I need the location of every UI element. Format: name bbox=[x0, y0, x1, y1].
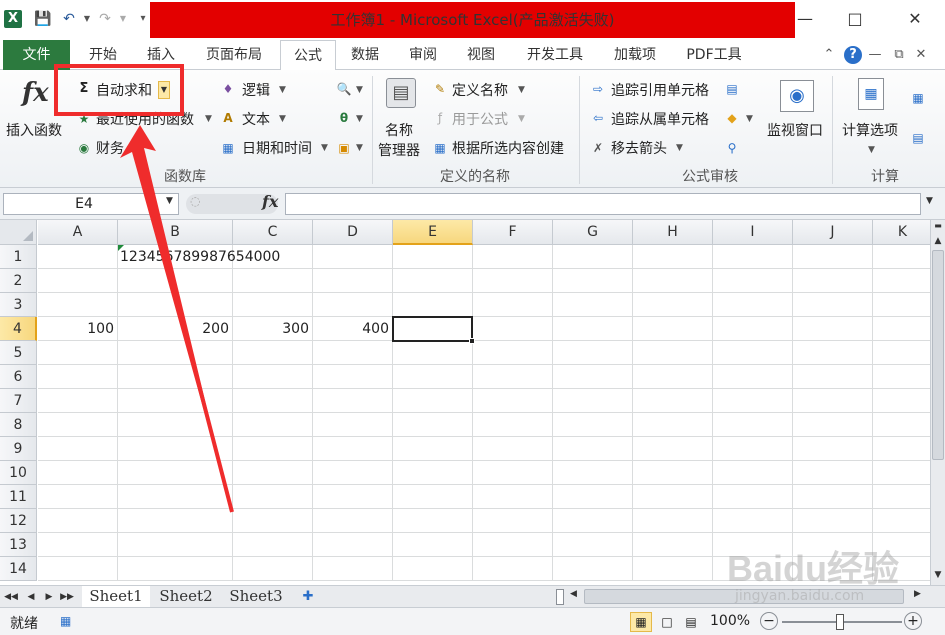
watermark-url: jingyan.baidu.com bbox=[735, 588, 865, 604]
annotation-arrow-line bbox=[136, 149, 234, 513]
watermark-brand: Baidu经验 bbox=[727, 548, 900, 589]
baidu-watermark: Baidu经验 jingyan.baidu.com bbox=[715, 520, 945, 610]
